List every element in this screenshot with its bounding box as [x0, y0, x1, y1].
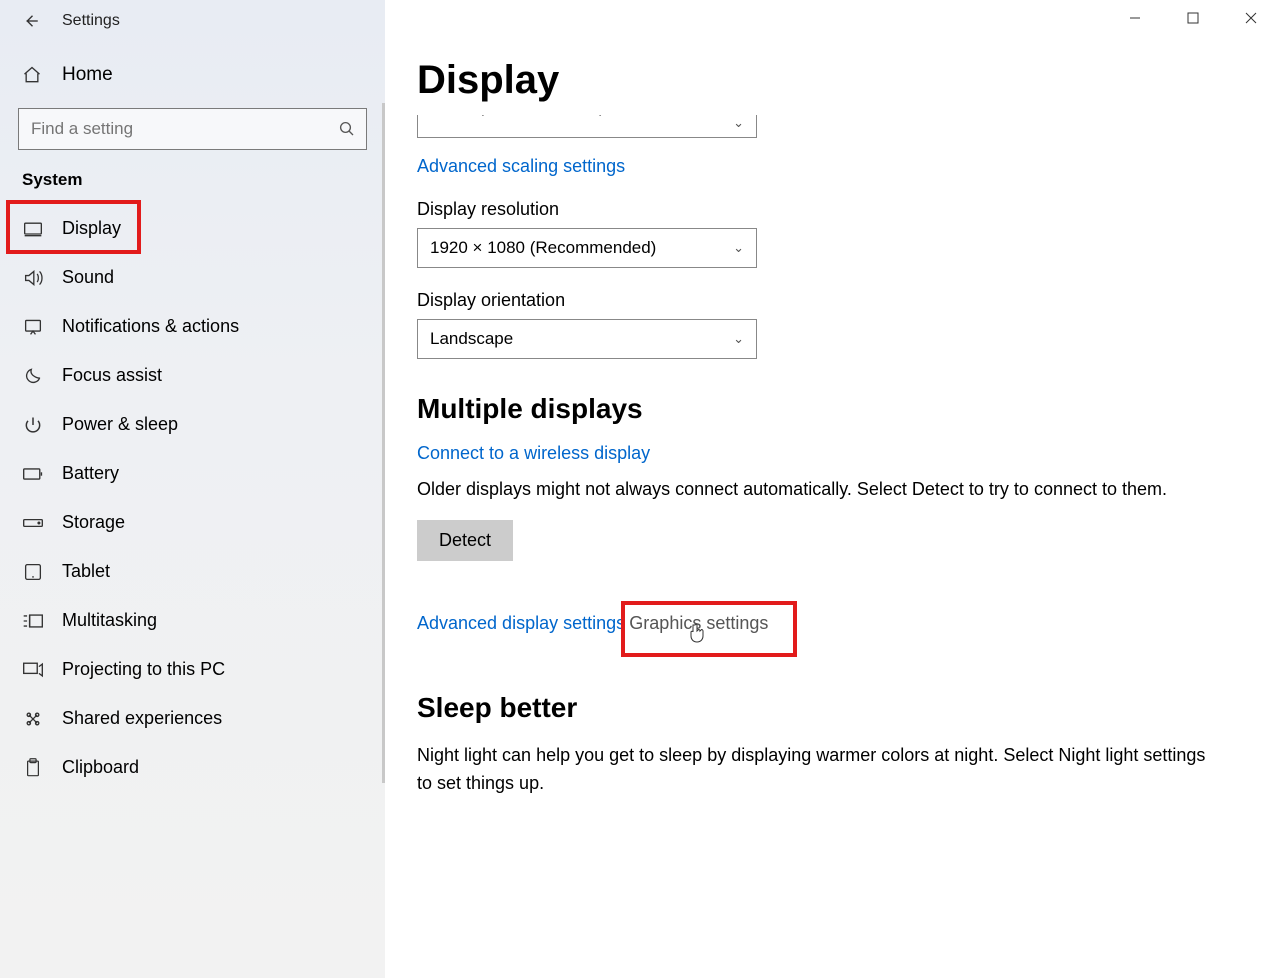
chevron-down-icon: ⌄: [733, 115, 744, 131]
nav-home[interactable]: Home: [0, 54, 385, 96]
sidebar-item-label: Focus assist: [62, 365, 162, 386]
tablet-icon: [22, 563, 44, 581]
sidebar-item-label: Sound: [62, 267, 114, 288]
projecting-icon: [22, 661, 44, 679]
multitasking-icon: [22, 612, 44, 630]
sleep-better-heading: Sleep better: [417, 692, 1232, 724]
advanced-display-link[interactable]: Advanced display settings: [417, 613, 625, 634]
sidebar-item-label: Display: [62, 218, 121, 239]
chevron-down-icon: ⌄: [733, 240, 744, 256]
sidebar-item-power-sleep[interactable]: Power & sleep: [0, 400, 385, 449]
nav-list: Display Sound Notifications & actions Fo…: [0, 204, 385, 792]
titlebar: Settings: [0, 12, 385, 54]
sidebar-item-label: Notifications & actions: [62, 316, 239, 337]
window-controls: [1120, 6, 1266, 30]
sidebar-item-storage[interactable]: Storage: [0, 498, 385, 547]
sidebar-item-label: Power & sleep: [62, 414, 178, 435]
nav-home-label: Home: [62, 64, 113, 86]
orientation-dropdown-value: Landscape: [430, 329, 513, 349]
multiple-displays-heading: Multiple displays: [417, 393, 1232, 425]
home-icon: [22, 65, 44, 85]
clipboard-icon: [22, 758, 44, 778]
window-close-button[interactable]: [1236, 6, 1266, 30]
sidebar-item-clipboard[interactable]: Clipboard: [0, 743, 385, 792]
sidebar-item-label: Battery: [62, 463, 119, 484]
search-box[interactable]: [18, 108, 367, 150]
display-icon: [22, 221, 44, 237]
sidebar-item-notifications[interactable]: Notifications & actions: [0, 302, 385, 351]
sidebar-item-label: Clipboard: [62, 757, 139, 778]
search-input[interactable]: [31, 119, 330, 139]
sidebar-item-label: Projecting to this PC: [62, 659, 225, 680]
sidebar-item-display[interactable]: Display: [0, 204, 385, 253]
resolution-dropdown[interactable]: 1920 × 1080 (Recommended) ⌄: [417, 228, 757, 268]
orientation-dropdown[interactable]: Landscape ⌄: [417, 319, 757, 359]
detect-hint-text: Older displays might not always connect …: [417, 476, 1207, 504]
focus-assist-icon: [22, 366, 44, 386]
window-maximize-button[interactable]: [1178, 6, 1208, 30]
sound-icon: [22, 269, 44, 287]
search-icon: [338, 120, 356, 138]
chevron-down-icon: ⌄: [733, 331, 744, 347]
sidebar-item-projecting[interactable]: Projecting to this PC: [0, 645, 385, 694]
storage-icon: [22, 516, 44, 530]
graphics-settings-container: Graphics settings: [629, 613, 768, 634]
search-container: [0, 108, 385, 166]
power-icon: [22, 415, 44, 435]
app-title: Settings: [62, 12, 120, 30]
sidebar-item-label: Tablet: [62, 561, 110, 582]
notifications-icon: [22, 318, 44, 336]
connect-wireless-link[interactable]: Connect to a wireless display: [417, 443, 650, 464]
resolution-label: Display resolution: [417, 199, 1232, 220]
sidebar: Settings Home System Display: [0, 0, 385, 978]
sidebar-item-sound[interactable]: Sound: [0, 253, 385, 302]
scale-dropdown[interactable]: 125% (Recommended) ⌄: [417, 115, 757, 138]
main-content: Display 125% (Recommended) ⌄ Advanced sc…: [385, 0, 1272, 978]
battery-icon: [22, 467, 44, 481]
back-arrow-icon[interactable]: [22, 12, 40, 30]
shared-icon: [22, 709, 44, 729]
window-minimize-button[interactable]: [1120, 6, 1150, 30]
sidebar-item-shared-experiences[interactable]: Shared experiences: [0, 694, 385, 743]
category-label: System: [0, 166, 385, 204]
page-title: Display: [417, 58, 1232, 103]
advanced-scaling-link[interactable]: Advanced scaling settings: [417, 156, 625, 177]
sidebar-item-label: Storage: [62, 512, 125, 533]
orientation-label: Display orientation: [417, 290, 1232, 311]
detect-button[interactable]: Detect: [417, 520, 513, 561]
sidebar-item-battery[interactable]: Battery: [0, 449, 385, 498]
sidebar-item-label: Multitasking: [62, 610, 157, 631]
sidebar-item-focus-assist[interactable]: Focus assist: [0, 351, 385, 400]
resolution-dropdown-value: 1920 × 1080 (Recommended): [430, 238, 656, 258]
sleep-better-text: Night light can help you get to sleep by…: [417, 742, 1207, 798]
sidebar-item-label: Shared experiences: [62, 708, 222, 729]
sidebar-item-tablet[interactable]: Tablet: [0, 547, 385, 596]
scale-dropdown-value: 125% (Recommended): [430, 115, 605, 117]
sidebar-item-multitasking[interactable]: Multitasking: [0, 596, 385, 645]
graphics-settings-link[interactable]: Graphics settings: [629, 613, 768, 633]
